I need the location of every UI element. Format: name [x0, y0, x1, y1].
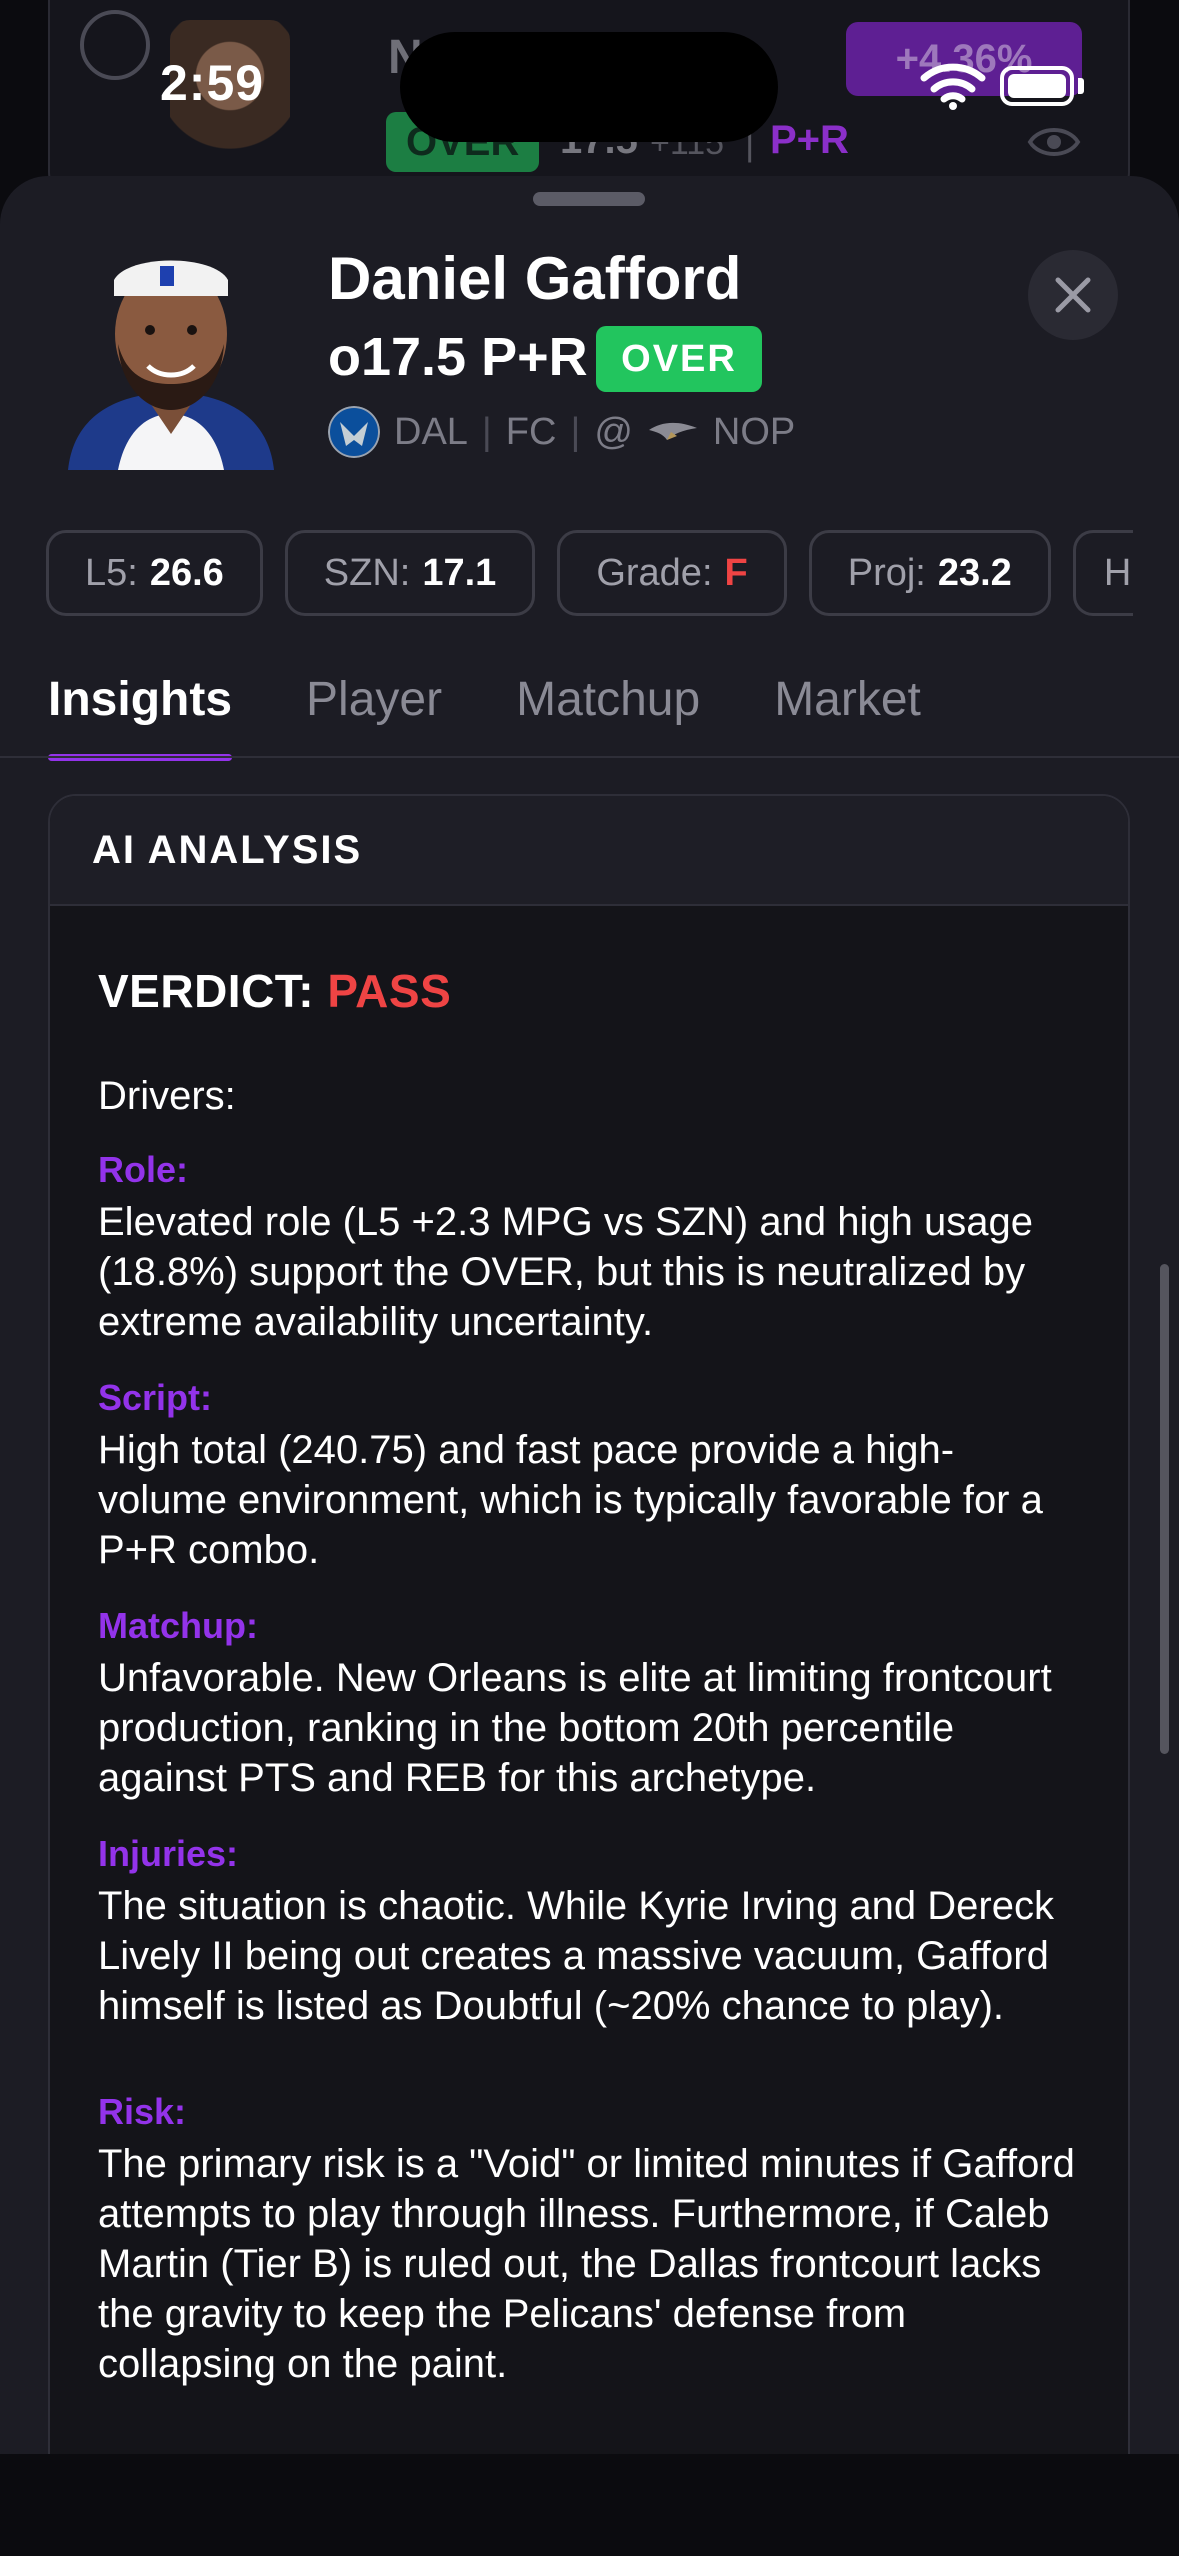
role-label: Role:	[98, 1149, 188, 1190]
injuries-label: Injuries:	[98, 1833, 239, 1874]
prop-line: o17.5 P+R	[328, 327, 588, 387]
select-radio[interactable]	[80, 10, 150, 80]
stat-value: 17.1	[422, 551, 497, 594]
tab-player[interactable]: Player	[306, 672, 442, 761]
verdict: VERDICT: PASS	[98, 964, 1080, 1018]
sheet-grabber[interactable]	[533, 192, 645, 206]
role-text: Elevated role (L5 +2.3 MPG vs SZN) and h…	[98, 1200, 1033, 1344]
battery-icon	[1000, 66, 1074, 106]
player-position: FC	[505, 410, 557, 453]
wifi-icon	[920, 63, 986, 110]
injuries-text: The situation is chaotic. While Kyrie Ir…	[98, 1884, 1054, 2028]
stat-chip-proj[interactable]: Proj: 23.2	[808, 530, 1051, 616]
script-text: High total (240.75) and fast pace provid…	[98, 1428, 1043, 1572]
tabs-divider	[0, 756, 1179, 758]
detail-tabs: Insights Player Matchup Market	[48, 672, 921, 761]
prop-detail-sheet: Daniel Gafford o17.5 P+R OVER DAL | FC |…	[0, 176, 1179, 2454]
separator: |	[481, 410, 492, 453]
dynamic-island	[400, 32, 778, 142]
risk-text: The primary risk is a "Void" or limited …	[98, 2142, 1075, 2386]
eye-icon[interactable]	[1026, 122, 1082, 162]
ai-analysis-header: AI ANALYSIS	[50, 796, 1128, 906]
stat-chip-szn[interactable]: SZN: 17.1	[284, 530, 536, 616]
stat-value: 23.2	[937, 551, 1012, 594]
ai-analysis-body: VERDICT: PASS Drivers: Role: Elevated ro…	[50, 906, 1128, 2389]
background-prop-type: P+R	[770, 118, 849, 162]
stat-label: L5:	[85, 551, 138, 594]
stat-label: Grade:	[596, 551, 713, 594]
matchup-text: Unfavorable. New Orleans is elite at lim…	[98, 1656, 1052, 1800]
close-icon	[1055, 277, 1091, 313]
matchup-row: DAL | FC | @ NOP	[328, 404, 795, 460]
verdict-value: PASS	[327, 965, 452, 1017]
stat-value: F	[724, 551, 748, 594]
ai-analysis-card: AI ANALYSIS VERDICT: PASS Drivers: Role:…	[48, 794, 1130, 2454]
stat-chip-grade[interactable]: Grade: F	[557, 530, 787, 616]
stat-label: H	[1103, 551, 1132, 594]
tab-insights[interactable]: Insights	[48, 672, 233, 761]
verdict-label: VERDICT:	[98, 965, 315, 1017]
opponent-abbr: NOP	[712, 410, 796, 453]
separator: |	[570, 410, 581, 453]
stat-chip-l5[interactable]: L5: 26.6	[46, 530, 263, 616]
drivers-label: Drivers:	[98, 1074, 236, 1118]
at-symbol: @	[594, 410, 633, 453]
matchup-label: Matchup:	[98, 1605, 258, 1646]
risk-label: Risk:	[98, 2091, 187, 2132]
bottom-safe-area	[0, 2454, 1179, 2556]
script-label: Script:	[98, 1377, 213, 1418]
over-badge: OVER	[596, 326, 762, 392]
stat-label: SZN:	[323, 551, 411, 594]
pelicans-logo-icon	[648, 422, 697, 440]
tab-matchup[interactable]: Matchup	[516, 672, 700, 761]
stat-chip-partial[interactable]: H	[1072, 530, 1133, 616]
close-button[interactable]	[1028, 250, 1118, 340]
tab-market[interactable]: Market	[774, 672, 921, 761]
player-name: Daniel Gafford	[328, 245, 742, 312]
battery-cap	[1078, 78, 1084, 94]
mavericks-logo-icon	[328, 406, 380, 458]
stat-value: 26.6	[149, 551, 224, 594]
team-abbr: DAL	[394, 410, 468, 453]
player-headshot	[48, 234, 294, 470]
stat-chips: L5: 26.6 SZN: 17.1 Grade: F Proj: 23.2 H	[46, 530, 1133, 616]
stat-label: Proj:	[847, 551, 926, 594]
scroll-indicator[interactable]	[1160, 1264, 1169, 1754]
status-time: 2:59	[160, 55, 265, 111]
